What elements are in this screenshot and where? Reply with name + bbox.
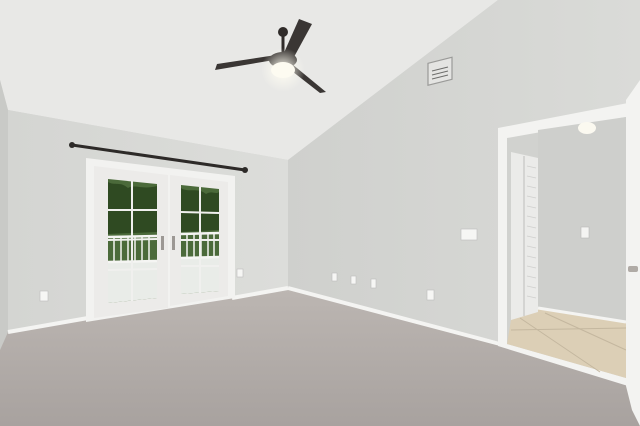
curtain-rod-end-right (242, 167, 248, 173)
outlet-right-wall-2 (350, 275, 357, 285)
fan-light-bulb (271, 62, 295, 78)
curtain-rod-end-left (69, 142, 75, 148)
left-side-wall (0, 80, 8, 350)
outlet-right-wall-3 (370, 278, 377, 289)
door-handle-right[interactable] (172, 236, 175, 250)
hallway-switch[interactable] (580, 226, 590, 239)
outlet-right-wall-1 (331, 272, 338, 282)
outlet-back-wall (236, 268, 244, 278)
outlet-left-wall (39, 290, 49, 302)
outlet-right-wall-4 (426, 289, 435, 301)
open-door-knob[interactable] (628, 266, 638, 272)
door-handle-left[interactable] (161, 236, 164, 250)
hallway-ceiling-light (578, 122, 596, 134)
light-switch[interactable] (460, 228, 478, 241)
open-room-door[interactable] (626, 80, 640, 426)
hallway-wall (538, 117, 626, 322)
room-photo (0, 0, 640, 426)
